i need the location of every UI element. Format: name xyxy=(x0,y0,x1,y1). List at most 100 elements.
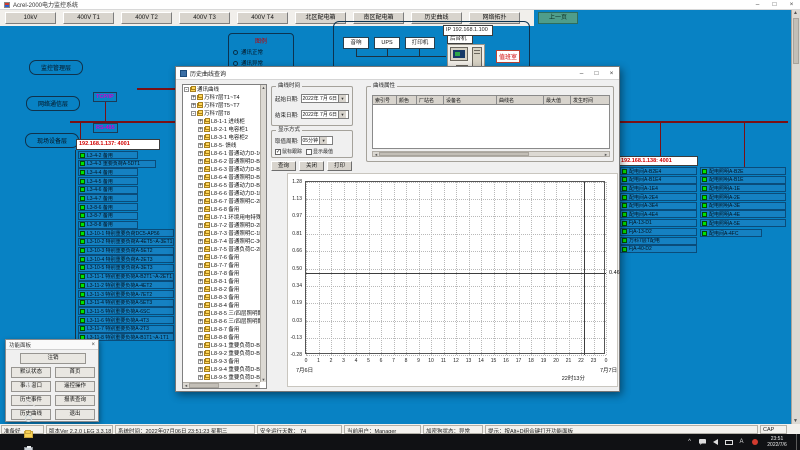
tree-expander-icon[interactable]: + xyxy=(198,279,203,284)
tree-item[interactable]: + L8-6-2 普通照明D-B1 xyxy=(183,157,260,165)
tree-expander-icon[interactable]: + xyxy=(198,143,203,148)
tree-item[interactable]: + L8-6-5 普通动力D-B1 xyxy=(183,181,260,189)
table-column-header[interactable]: 曲线名 xyxy=(497,96,544,105)
tree-expander-icon[interactable]: + xyxy=(198,287,203,292)
tray-volume-icon[interactable] xyxy=(713,439,718,445)
feeder-row[interactable]: L3-4-4 备用 xyxy=(78,168,138,176)
table-column-header[interactable]: 颜色 xyxy=(397,96,417,105)
feeder-row[interactable]: L3-11-5 特别重要负荷A-6SC xyxy=(78,307,174,315)
feeder-row[interactable]: L3-11-1 特别重要负荷A-B2T1~A-2ET1 xyxy=(78,273,174,281)
minimize-button[interactable]: – xyxy=(749,0,766,9)
search-icon[interactable] xyxy=(26,399,32,405)
feeder-row[interactable]: 配电照明A-5E xyxy=(700,219,786,227)
dropdown-arrow-icon[interactable]: ▼ xyxy=(338,111,346,118)
tree-vertical-scrollbar[interactable]: ▲ ▼ xyxy=(260,85,266,382)
print-button[interactable]: 打印 xyxy=(327,161,352,171)
scrollbar-thumb[interactable] xyxy=(379,152,529,156)
tree-item[interactable]: + L8-2-1 电容柜1 xyxy=(183,125,260,133)
tree-expander-icon[interactable]: + xyxy=(198,303,203,308)
chart-plot[interactable]: 1.281.130.970.810.660.500.340.190.03-0.1… xyxy=(305,181,605,354)
function-button[interactable]: 退出 xyxy=(55,409,95,420)
end-date-picker[interactable]: 2022年 7月 6日 ▼ xyxy=(301,110,349,119)
close-button[interactable]: × xyxy=(783,0,800,9)
feeder-row[interactable]: L3-8-8 备用 xyxy=(78,221,138,229)
feeder-row[interactable]: L3-10-1 特别重要负荷DC5-AP56 xyxy=(78,229,174,237)
tree-expander-icon[interactable]: + xyxy=(198,319,203,324)
tree-item[interactable]: + L8-3-1 电容柜2 xyxy=(183,133,260,141)
checkbox-checked-icon[interactable]: ✓ xyxy=(275,149,281,155)
tree-item[interactable]: + L8-9-4 重要负荷D-B1 xyxy=(183,365,260,373)
table-horizontal-scrollbar[interactable]: ◄ ► xyxy=(372,151,610,157)
tree-expander-icon[interactable]: + xyxy=(198,351,203,356)
tree-item[interactable]: + L8-5- 馈线 xyxy=(183,141,260,149)
taskbar-slot[interactable] xyxy=(0,426,57,442)
feeder-row[interactable]: 配电照明A-4E xyxy=(700,210,786,218)
tree-item[interactable]: + L8-7-6 备用 xyxy=(183,253,260,261)
tree-expander-icon[interactable]: + xyxy=(198,327,203,332)
tree-item[interactable]: + L8-6-7 普通照明C-2E xyxy=(183,197,260,205)
tree-item[interactable]: + L8-7-2 普通照明D-2E xyxy=(183,221,260,229)
tree-item[interactable]: + L8-9-3 备用 xyxy=(183,357,260,365)
feeder-row[interactable]: L3-11-4 特别重要负荷A-5ET3 xyxy=(78,299,174,307)
feeder-row[interactable]: L3-11-6 特别重要负荷A-4T3 xyxy=(78,316,174,324)
previous-page-button[interactable]: 上一页 xyxy=(538,12,578,24)
tree-item[interactable]: + L8-8-8 备用 xyxy=(183,333,260,341)
taskbar-slot[interactable] xyxy=(0,410,57,426)
tree-expander-icon[interactable]: - xyxy=(184,87,189,92)
show-desktop-button[interactable] xyxy=(796,434,800,450)
feeder-row[interactable]: 配电间A-4FC xyxy=(700,229,762,237)
close-dialog-button[interactable]: 关闭 xyxy=(299,161,324,171)
tree-expander-icon[interactable]: + xyxy=(198,311,203,316)
feeder-row[interactable]: FjA-13-D2 xyxy=(620,228,697,236)
tab[interactable]: 400V T1 xyxy=(63,12,114,24)
feeder-row[interactable]: 配电间A-B1E4 xyxy=(620,176,697,184)
tray-expand-icon[interactable]: ^ xyxy=(688,439,691,445)
scrollbar-thumb[interactable] xyxy=(793,18,799,64)
tree-item[interactable]: + L8-8-3 备用 xyxy=(183,293,260,301)
tree-item[interactable]: + L8-6-1 普通动力D-1C xyxy=(183,149,260,157)
tree-item[interactable]: + L8-8-6 三/四层照明配电 xyxy=(183,317,260,325)
table-column-header[interactable]: 厂站名 xyxy=(417,96,444,105)
feeder-row[interactable]: 配电照明A-B1E xyxy=(700,176,786,184)
feeder-row[interactable]: 配电照明A-2E xyxy=(700,193,786,201)
file-explorer-icon[interactable] xyxy=(24,431,33,438)
scroll-up-icon[interactable]: ▲ xyxy=(261,85,266,90)
tab[interactable]: 400V T3 xyxy=(179,12,230,24)
tray-chat-icon[interactable] xyxy=(699,439,706,445)
feeder-row[interactable]: 配电照明A-1E xyxy=(700,184,786,192)
tree-item[interactable]: + L8-6-3 普通动力D-B1 xyxy=(183,165,260,173)
tree-expander-icon[interactable]: + xyxy=(198,135,203,140)
canvas-scrollbar[interactable]: ▲ ▼ xyxy=(791,10,800,424)
tree-item[interactable]: + L8-6-6 普通动力D-1B xyxy=(183,189,260,197)
taskbar-slot[interactable] xyxy=(0,378,57,394)
tray-notify-icon[interactable] xyxy=(752,439,758,445)
start-date-picker[interactable]: 2022年 7月 6日 ▼ xyxy=(301,94,349,103)
tree-item[interactable]: + L8-7-8 备用 xyxy=(183,269,260,277)
period-select[interactable]: 05分钟 ▼ xyxy=(301,136,333,145)
tray-lang-icon[interactable]: A xyxy=(739,439,743,445)
taskbar-slot[interactable] xyxy=(0,442,57,450)
dialog-close-button[interactable]: × xyxy=(604,68,619,79)
tree-expander-icon[interactable]: + xyxy=(198,359,203,364)
table-column-header[interactable]: 最大值 xyxy=(544,96,571,105)
tab[interactable]: 400V T2 xyxy=(121,12,172,24)
function-panel-close-icon[interactable]: × xyxy=(91,342,95,348)
dialog-titlebar[interactable]: 历史曲线查询 – □ × xyxy=(176,67,619,80)
tree-expander-icon[interactable]: + xyxy=(198,295,203,300)
scroll-left-icon[interactable]: ◄ xyxy=(374,152,378,157)
tree-expander-icon[interactable]: + xyxy=(198,199,203,204)
checkbox-unchecked-icon[interactable] xyxy=(306,149,312,155)
tree-expander-icon[interactable]: + xyxy=(198,151,203,156)
tree-expander-icon[interactable]: + xyxy=(198,343,203,348)
function-panel-titlebar[interactable]: 功能面板 × xyxy=(6,340,98,350)
tray-keyboard-icon[interactable] xyxy=(725,440,733,445)
tree-item[interactable]: + L8-8-4 备用 xyxy=(183,301,260,309)
tree-item[interactable]: - 通讯曲线 xyxy=(183,85,260,93)
feeder-row[interactable]: FjA-13-D1 xyxy=(620,219,697,227)
tree-item[interactable]: + L8-7-4 普通照明C-3C xyxy=(183,237,260,245)
feeder-row[interactable]: L3-8-6 备用 xyxy=(78,203,138,211)
mouse-track-checkbox[interactable]: ✓ 鼠标跟踪 xyxy=(275,148,302,155)
tree-item[interactable]: + L8-9-5 重要负荷D-B1 xyxy=(183,373,260,381)
tree-expander-icon[interactable]: + xyxy=(198,239,203,244)
start-icon[interactable] xyxy=(25,382,33,390)
